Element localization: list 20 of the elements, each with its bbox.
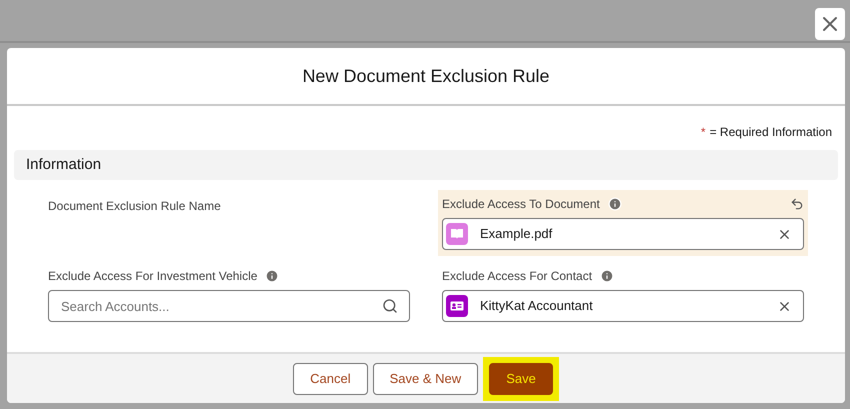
required-note: = Required Information (710, 124, 832, 141)
save-and-new-button[interactable]: Save & New (372, 362, 478, 394)
field-label: Exclude Access To Document (442, 196, 600, 213)
modal-title: New Document Exclusion Rule (302, 64, 550, 88)
search-field[interactable]: Search Accounts... (48, 290, 410, 322)
undo-icon[interactable] (790, 197, 804, 211)
search-icon (382, 298, 398, 314)
info-icon[interactable] (600, 269, 614, 283)
lookup-field[interactable]: Example.pdf (442, 218, 804, 250)
info-icon[interactable] (265, 269, 280, 283)
save-button[interactable]: Save (489, 362, 553, 394)
required-mark: * (700, 124, 706, 141)
lookup-field[interactable]: KittyKat Accountant (442, 290, 804, 322)
field-label: Exclude Access For Contact (442, 268, 592, 285)
field-label: Exclude Access For Investment Vehicle (48, 268, 258, 285)
close-button[interactable] (815, 8, 845, 40)
cancel-button[interactable]: Cancel (293, 362, 368, 394)
section-header: Information (14, 150, 838, 180)
info-icon[interactable] (608, 197, 622, 211)
field-label: Document Exclusion Rule Name (48, 198, 221, 215)
